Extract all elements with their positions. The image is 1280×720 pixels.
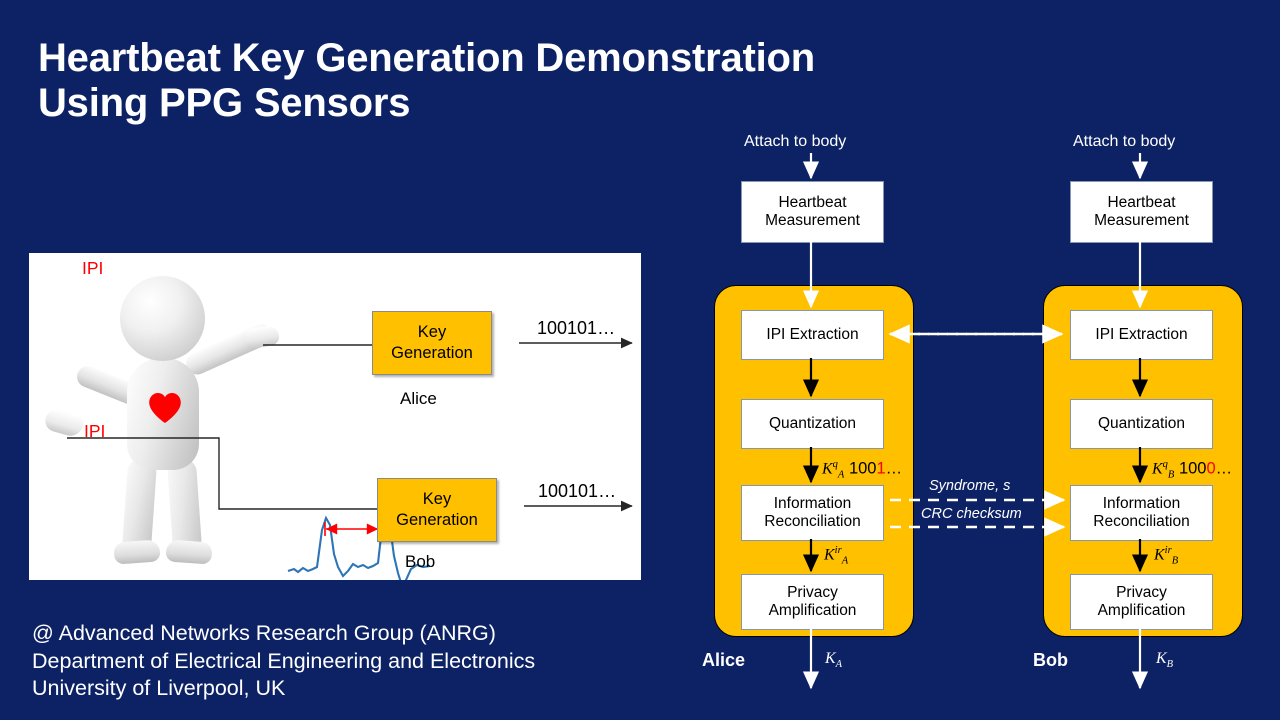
step-label: Quantization xyxy=(768,414,857,432)
quantized-key-label-alice: KqA 1001… xyxy=(822,459,902,481)
step-box-heartbeat-measurement-bob[interactable]: Heartbeat Measurement xyxy=(1070,181,1213,243)
reconciled-key-label-bob: KirB xyxy=(1154,545,1178,567)
step-label: IPI Extraction xyxy=(766,325,859,343)
step-label-line1: Information xyxy=(773,494,852,512)
footer-line-1: @ Advanced Networks Research Group (ANRG… xyxy=(32,621,496,645)
output-bits-alice: 100101… xyxy=(537,318,616,338)
syndrome-exchange-label: Syndrome, s xyxy=(929,478,1011,494)
key-generation-box-alice[interactable]: Key Generation xyxy=(372,311,492,375)
affiliation-footer: @ Advanced Networks Research Group (ANRG… xyxy=(32,620,535,703)
key-superscript: q xyxy=(832,459,838,470)
key-superscript: q xyxy=(1162,459,1168,470)
quantized-bits-prefix: 100 xyxy=(1178,459,1207,478)
quantized-key-label-bob: KqB 1000… xyxy=(1152,459,1232,481)
key-symbol: K xyxy=(822,460,833,478)
step-label-line1: Privacy xyxy=(1116,583,1167,601)
step-box-privacy-amplification-alice[interactable]: Privacy Amplification xyxy=(741,574,884,630)
reconciled-key-label-alice: KirA xyxy=(824,545,848,567)
illustration-vectors xyxy=(67,337,633,580)
step-label-line2: Amplification xyxy=(1097,602,1186,619)
page-title-line-1: Heartbeat Key Generation Demonstration xyxy=(38,36,816,80)
key-subscript: A xyxy=(841,555,849,567)
output-bits-bob: 100101… xyxy=(538,481,617,501)
step-box-information-reconciliation-alice[interactable]: Information Reconciliation xyxy=(741,485,884,541)
final-key-label-alice: KA xyxy=(825,650,842,670)
key-symbol: K xyxy=(1154,546,1165,564)
key-generation-label-line1: Key xyxy=(422,490,452,509)
quantized-bits-error: 0 xyxy=(1206,459,1216,478)
step-box-ipi-extraction-bob[interactable]: IPI Extraction xyxy=(1070,310,1213,360)
attach-to-body-label-bob: Attach to body xyxy=(1073,133,1176,150)
key-subscript: B xyxy=(1166,659,1174,671)
page-title-line-2: Using PPG Sensors xyxy=(38,80,411,125)
page-title: Heartbeat Key Generation Demonstration U… xyxy=(38,36,816,126)
quantized-bits-error: 1 xyxy=(876,459,886,478)
ipi-label-alice: IPI xyxy=(82,258,104,278)
key-generation-label-line1: Key xyxy=(417,323,447,342)
key-generation-label-line2: Generation xyxy=(391,344,473,362)
step-label-line1: Information xyxy=(1102,494,1181,512)
key-symbol: K xyxy=(1156,650,1167,667)
name-label-alice: Alice xyxy=(400,389,437,408)
key-subscript: B xyxy=(1171,555,1179,567)
owner-label-alice: Alice xyxy=(702,650,746,670)
crc-checksum-exchange-label: CRC checksum xyxy=(921,506,1022,522)
slide-canvas: Heartbeat Key Generation Demonstration U… xyxy=(0,0,1280,720)
name-label-bob: Bob xyxy=(405,552,436,571)
key-superscript: ir xyxy=(1164,545,1172,556)
step-label-line1: Heartbeat xyxy=(778,193,847,211)
key-symbol: K xyxy=(1152,460,1163,478)
step-label-line1: Heartbeat xyxy=(1107,193,1176,211)
step-box-privacy-amplification-bob[interactable]: Privacy Amplification xyxy=(1070,574,1213,630)
step-box-heartbeat-measurement-alice[interactable]: Heartbeat Measurement xyxy=(741,181,884,243)
attach-to-body-label-alice: Attach to body xyxy=(744,133,847,150)
step-box-quantization-bob[interactable]: Quantization xyxy=(1070,399,1213,449)
key-symbol: K xyxy=(824,546,835,564)
key-symbol: K xyxy=(825,650,836,667)
footer-line-2: Department of Electrical Engineering and… xyxy=(32,648,536,673)
step-label: Quantization xyxy=(1097,414,1186,432)
key-generation-box-bob[interactable]: Key Generation xyxy=(377,478,497,542)
step-label-line2: Measurement xyxy=(765,212,860,229)
illustration-panel: IPI IPI Key Generation Key Generation Al… xyxy=(29,253,641,580)
step-label-line2: Reconciliation xyxy=(764,513,861,530)
step-box-information-reconciliation-bob[interactable]: Information Reconciliation xyxy=(1070,485,1213,541)
key-subscript: A xyxy=(835,659,843,671)
quantized-bits-suffix: … xyxy=(885,459,903,478)
step-box-ipi-extraction-alice[interactable]: IPI Extraction xyxy=(741,310,884,360)
step-label-line1: Privacy xyxy=(787,583,838,601)
footer-line-3: University of Liverpool, UK xyxy=(32,676,286,701)
step-label-line2: Reconciliation xyxy=(1093,513,1190,530)
final-key-label-bob: KB xyxy=(1156,650,1173,670)
step-label-line2: Measurement xyxy=(1094,212,1189,229)
key-superscript: ir xyxy=(834,545,842,556)
quantized-bits-prefix: 100 xyxy=(848,459,877,478)
step-box-quantization-alice[interactable]: Quantization xyxy=(741,399,884,449)
quantized-bits-suffix: … xyxy=(1215,459,1233,478)
ipi-label-bob: IPI xyxy=(84,421,106,441)
step-label-line2: Amplification xyxy=(768,602,857,619)
owner-label-bob: Bob xyxy=(1033,650,1068,670)
step-label: IPI Extraction xyxy=(1095,325,1188,343)
key-generation-label-line2: Generation xyxy=(396,511,478,529)
